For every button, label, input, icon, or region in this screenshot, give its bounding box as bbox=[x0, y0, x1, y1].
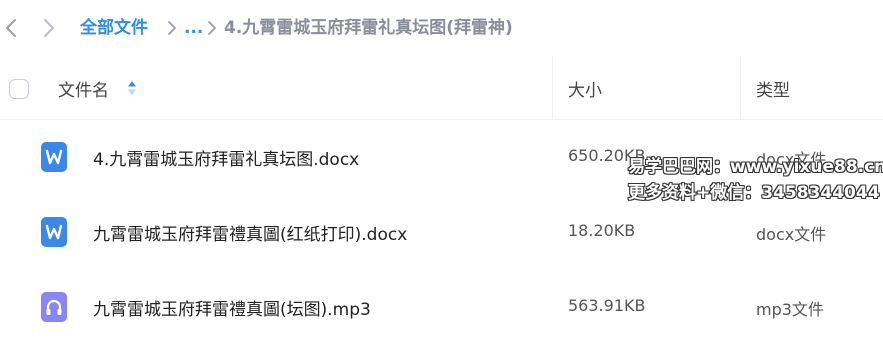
file-name[interactable]: 九霄雷城玉府拜雷禮真圖(红纸打印).docx bbox=[93, 220, 407, 245]
column-header-name[interactable]: 文件名 bbox=[58, 76, 109, 101]
breadcrumb-root-link[interactable]: 全部文件 bbox=[80, 16, 148, 40]
file-type: docx文件 bbox=[756, 225, 827, 244]
watermark-site-text: 易学巴巴网：www.yixue88.cn bbox=[628, 157, 883, 177]
chevron-right-icon bbox=[166, 19, 178, 37]
column-divider bbox=[552, 56, 553, 120]
watermark-overlay: 易学巴巴网：www.yixue88.cn 更多资料+微信：3458344044 bbox=[628, 150, 883, 203]
breadcrumb-ellipsis-link[interactable]: ... bbox=[184, 16, 203, 40]
file-size: 563.91KB bbox=[568, 296, 646, 315]
watermark-contact-text: 更多资料+微信：3458344044 bbox=[628, 183, 880, 203]
file-list-header: 文件名 大小 类型 bbox=[0, 56, 883, 120]
column-header-type[interactable]: 类型 bbox=[756, 76, 790, 101]
audio-file-icon bbox=[40, 291, 68, 323]
column-header-size[interactable]: 大小 bbox=[568, 76, 602, 101]
word-doc-icon bbox=[40, 141, 68, 173]
chevron-right-icon bbox=[206, 19, 218, 37]
back-arrow-icon[interactable] bbox=[2, 16, 22, 40]
file-row[interactable]: 九霄雷城玉府拜雷禮真圖(红纸打印).docx 18.20KB docx文件 bbox=[0, 195, 883, 270]
forward-arrow-icon[interactable] bbox=[38, 16, 58, 40]
sort-icon[interactable] bbox=[126, 79, 138, 97]
word-doc-icon bbox=[40, 216, 68, 248]
column-divider bbox=[740, 56, 741, 120]
breadcrumb-current-folder: 4.九霄雷城玉府拜雷礼真坛图(拜雷神) bbox=[224, 18, 513, 38]
file-name[interactable]: 九霄雷城玉府拜雷禮真圖(坛图).mp3 bbox=[93, 295, 371, 320]
file-name[interactable]: 4.九霄雷城玉府拜雷礼真坛图.docx bbox=[93, 145, 359, 170]
file-type: mp3文件 bbox=[756, 300, 824, 319]
file-size: 18.20KB bbox=[568, 221, 636, 240]
breadcrumb-bar: 全部文件 ... 4.九霄雷城玉府拜雷礼真坛图(拜雷神) bbox=[0, 0, 883, 56]
select-all-checkbox[interactable] bbox=[9, 79, 29, 99]
file-row[interactable]: 九霄雷城玉府拜雷禮真圖(坛图).mp3 563.91KB mp3文件 bbox=[0, 270, 883, 345]
